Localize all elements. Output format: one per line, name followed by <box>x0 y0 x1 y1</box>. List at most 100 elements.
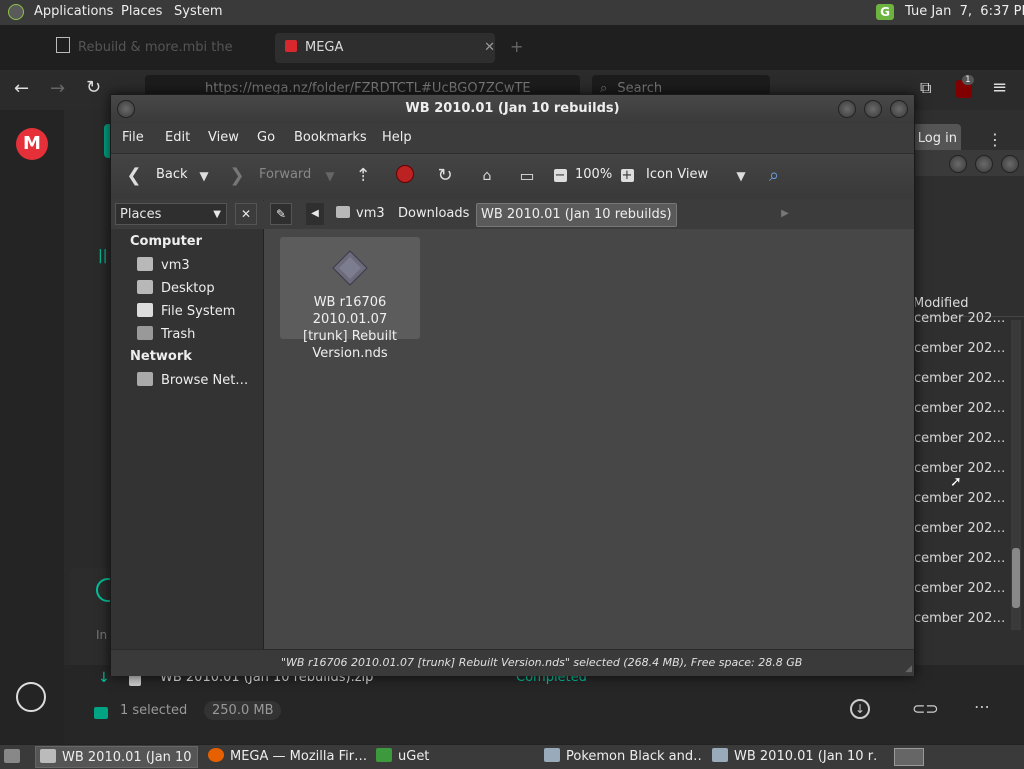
breadcrumb-current[interactable]: WB 2010.01 (Jan 10 rebuilds) <box>476 203 677 227</box>
taskbar-item-file-manager[interactable]: WB 2010.01 (Jan 10 … <box>35 746 198 768</box>
firefox-tab-mega[interactable]: MEGA ✕ <box>275 33 495 63</box>
mint-menu-icon[interactable] <box>8 4 24 20</box>
bg-close-icon[interactable] <box>1001 155 1019 173</box>
sidebar-item-desktop[interactable]: Desktop <box>137 280 215 296</box>
breadcrumb-vm3[interactable]: vm3 <box>332 203 389 225</box>
stop-icon[interactable] <box>394 165 416 187</box>
status-bar: "WB r16706 2010.01.07 [trunk] Rebuilt Ve… <box>111 649 914 676</box>
firefox-icon <box>208 748 224 762</box>
reload-icon[interactable]: ↻ <box>86 77 101 98</box>
download-button-icon[interactable]: ↓ <box>850 699 870 719</box>
menu-applications[interactable]: Applications <box>34 4 113 19</box>
path-scroll-left-icon[interactable]: ◀ <box>306 203 324 225</box>
computer-icon[interactable]: ▭ <box>516 165 538 187</box>
taskbar-item-pokemon[interactable]: Pokemon Black and… <box>540 746 703 768</box>
new-tab-icon[interactable]: + <box>510 37 523 56</box>
close-icon[interactable] <box>890 100 908 118</box>
firefox-tab-1[interactable]: Rebuild & more.mbi the <box>46 33 271 63</box>
edit-location-icon[interactable]: ✎ <box>270 203 292 225</box>
up-icon[interactable]: ⇡ <box>352 165 374 187</box>
trash-icon <box>137 326 153 340</box>
file-name-line: Version.nds <box>312 346 388 361</box>
window-titlebar[interactable]: WB 2010.01 (Jan 10 rebuilds) <box>111 95 914 123</box>
view-mode-select[interactable]: Icon View <box>646 167 708 182</box>
menu-system[interactable]: System <box>174 4 222 19</box>
workspace-switcher-icon[interactable] <box>894 748 924 766</box>
network-icon <box>137 372 153 386</box>
toolbar: ❮ Back ▼ ❯ Forward ▼ ⇡ ↻ ⌂ ▭ − 100% + Ic… <box>111 153 914 201</box>
update-manager-icon[interactable]: G <box>876 4 894 20</box>
clock[interactable]: Tue Jan 7, 6:37 PM <box>905 4 1024 19</box>
home-folder-icon[interactable]: ⌂ <box>476 165 498 187</box>
home-folder-icon <box>137 257 153 271</box>
show-desktop-icon[interactable] <box>4 749 20 763</box>
sidebar-item-trash[interactable]: Trash <box>137 326 195 342</box>
more-horizontal-icon[interactable]: ⋯ <box>974 697 990 716</box>
modified-date: cember 202… <box>914 341 1006 356</box>
scrollbar-thumb[interactable] <box>1012 548 1020 608</box>
forward-history-dropdown-icon[interactable]: ▼ <box>319 165 341 187</box>
menu-bookmarks[interactable]: Bookmarks <box>294 130 367 145</box>
sidebar-item-file-system[interactable]: File System <box>137 303 235 319</box>
search-icon[interactable]: ⌕ <box>763 165 785 187</box>
close-sidebar-icon[interactable]: ✕ <box>235 203 257 225</box>
reload-icon[interactable]: ↻ <box>434 165 456 187</box>
sidebar-item-vm3[interactable]: vm3 <box>137 257 190 273</box>
view-mode-dropdown-icon[interactable]: ▼ <box>730 165 752 187</box>
bg-minimize-icon[interactable] <box>949 155 967 173</box>
file-name: WB r16706 2010.01.07 [trunk] Rebuilt Ver… <box>280 294 420 362</box>
taskbar-item-firefox[interactable]: MEGA — Mozilla Fir… <box>204 746 367 768</box>
back-history-dropdown-icon[interactable]: ▼ <box>193 165 215 187</box>
back-icon[interactable]: ❮ <box>123 165 145 187</box>
hamburger-menu-icon[interactable]: ≡ <box>992 77 1007 98</box>
modified-date: cember 202… <box>914 311 1006 326</box>
forward-arrow-icon[interactable]: → <box>50 78 65 99</box>
menu-file[interactable]: File <box>122 130 144 145</box>
top-panel: Applications Places System G Tue Jan 7, … <box>0 0 1024 26</box>
taskbar-item-wb-folder[interactable]: WB 2010.01 (Jan 10 r… <box>708 746 878 768</box>
bg-maximize-icon[interactable] <box>975 155 993 173</box>
forward-button[interactable]: Forward <box>259 167 311 182</box>
link-icon[interactable]: ⊂⊃ <box>912 699 939 718</box>
window-menu-icon[interactable] <box>117 100 135 118</box>
menu-help[interactable]: Help <box>382 130 412 145</box>
tab-close-icon[interactable]: ✕ <box>484 33 495 63</box>
mega-logo-icon[interactable]: M <box>16 128 48 160</box>
menu-edit[interactable]: Edit <box>165 130 190 145</box>
selected-count: 1 selected <box>120 703 188 718</box>
zoom-out-icon[interactable]: − <box>549 165 571 187</box>
zoom-in-icon[interactable]: + <box>616 165 638 187</box>
extension-icon[interactable]: ⧉ <box>920 78 931 98</box>
file-system-icon <box>137 303 153 317</box>
file-view: WB r16706 2010.01.07 [trunk] Rebuilt Ver… <box>264 229 914 649</box>
menu-view[interactable]: View <box>208 130 239 145</box>
more-options-icon[interactable]: ⋮ <box>987 130 1003 149</box>
file-item[interactable]: WB r16706 2010.01.07 [trunk] Rebuilt Ver… <box>280 237 420 361</box>
minimize-icon[interactable] <box>838 100 856 118</box>
path-scroll-right-icon[interactable]: ▶ <box>776 203 794 225</box>
mega-bottom-bar: ↓ WB 2010.01 (Jan 10 rebuilds).zip Compl… <box>64 665 1024 744</box>
modified-date: cember 202… <box>914 401 1006 416</box>
back-button[interactable]: Back <box>156 167 188 182</box>
modified-date: cember 202… <box>914 431 1006 446</box>
sidebar-type-select[interactable]: Places ▼ <box>115 203 227 225</box>
taskbar-item-uget[interactable]: uGet <box>372 746 535 768</box>
scrollbar[interactable] <box>1011 320 1021 630</box>
maximize-icon[interactable] <box>864 100 882 118</box>
tab-1-label: Rebuild & more.mbi the <box>78 40 233 55</box>
breadcrumb-downloads[interactable]: Downloads <box>394 203 473 225</box>
folder-icon <box>40 749 56 763</box>
modified-date: cember 202… <box>914 371 1006 386</box>
forward-icon[interactable]: ❯ <box>226 165 248 187</box>
menu-go[interactable]: Go <box>257 130 275 145</box>
mega-sync-icon[interactable] <box>16 682 46 712</box>
menu-places[interactable]: Places <box>121 4 162 19</box>
download-arrow-icon: ↓ <box>98 670 110 686</box>
resize-grip-icon[interactable]: ◢ <box>905 664 912 674</box>
mega-teal-marker: || <box>98 248 108 264</box>
back-arrow-icon[interactable]: ← <box>14 78 29 99</box>
zoom-level[interactable]: 100% <box>575 167 612 182</box>
status-text: "WB r16706 2010.01.07 [trunk] Rebuilt Ve… <box>281 656 803 669</box>
sidebar-item-browse-network[interactable]: Browse Net… <box>137 372 248 388</box>
nds-file-icon <box>332 250 368 286</box>
